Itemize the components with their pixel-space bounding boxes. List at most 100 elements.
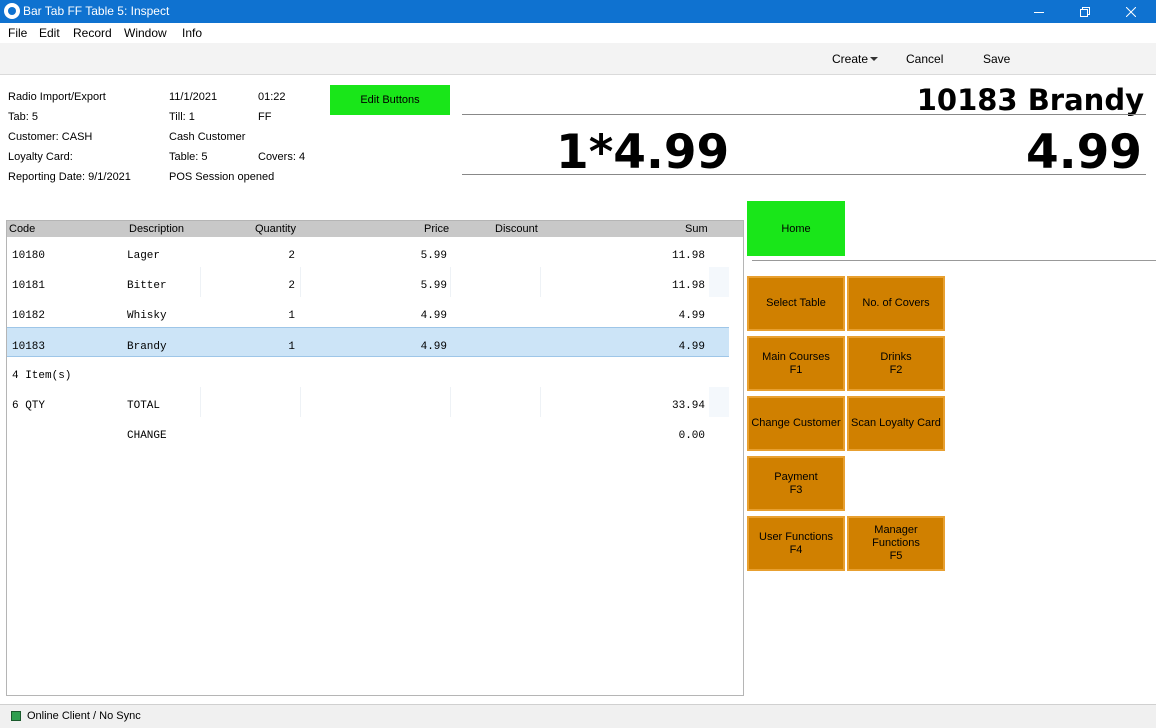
table-header: Code Description Quantity Price Discount…: [7, 221, 743, 237]
button-shortcut: F3: [789, 483, 803, 496]
button-label: Payment: [774, 470, 818, 483]
menu-bar: File Edit Record Window Info: [0, 23, 1156, 43]
info-table: Table: 5: [169, 151, 208, 163]
button-label: User Functions: [759, 530, 833, 543]
col-price[interactable]: Price: [424, 223, 449, 235]
status-bar: Online Client / No Sync: [0, 704, 1156, 728]
info-tab: Tab: 5: [8, 111, 38, 123]
change-row: CHANGE 0.00: [7, 417, 729, 447]
menu-window[interactable]: Window: [124, 26, 167, 40]
col-quantity[interactable]: Quantity: [255, 223, 296, 235]
table-row[interactable]: 10180 Lager 2 5.99 11.98: [7, 237, 729, 267]
user-functions-button[interactable]: User Functions F4: [747, 516, 845, 571]
menu-info[interactable]: Info: [182, 26, 202, 40]
items-count: 4 Item(s): [12, 370, 72, 382]
toolbar: Create Cancel Save: [0, 43, 1156, 75]
button-label: Main Courses: [762, 350, 830, 363]
button-shortcut: F4: [789, 543, 803, 556]
button-label: Select Table: [766, 297, 826, 309]
info-loyalty-card: Loyalty Card:: [8, 151, 73, 163]
payment-button[interactable]: Payment F3: [747, 456, 845, 511]
row-description: Brandy: [127, 341, 167, 353]
button-label: Drinks: [880, 350, 912, 363]
change-sum: 0.00: [678, 430, 705, 442]
row-price: 5.99: [420, 280, 447, 292]
table-row-selected[interactable]: 10183 Brandy 1 4.99 4.99: [7, 327, 729, 357]
save-button[interactable]: Save: [983, 52, 1010, 66]
row-price: 4.99: [420, 341, 447, 353]
row-sum: 4.99: [678, 341, 705, 353]
button-label: Manager Functions: [872, 524, 920, 549]
button-label: Scan Loyalty Card: [851, 417, 941, 429]
info-date: 11/1/2021: [169, 91, 218, 103]
menu-edit[interactable]: Edit: [39, 26, 60, 40]
manager-functions-button[interactable]: Manager Functions F5: [847, 516, 945, 571]
scan-loyalty-card-button[interactable]: Scan Loyalty Card: [847, 396, 945, 451]
total-sum: 33.94: [671, 400, 705, 412]
info-customer: Customer: CASH: [8, 131, 93, 143]
row-description: Lager: [127, 250, 161, 262]
total-label: TOTAL: [127, 400, 161, 412]
menu-file[interactable]: File: [8, 26, 27, 40]
home-button[interactable]: Home: [747, 201, 845, 256]
change-label: CHANGE: [127, 430, 167, 442]
row-quantity: 2: [288, 280, 295, 292]
edit-buttons-button[interactable]: Edit Buttons: [330, 85, 450, 115]
items-table[interactable]: Code Description Quantity Price Discount…: [6, 220, 744, 696]
display-qty-price: 1*4.99: [556, 125, 730, 180]
row-description: Bitter: [127, 280, 167, 292]
button-shortcut: F1: [789, 363, 803, 376]
row-code: 10181: [12, 280, 46, 292]
row-code: 10180: [12, 250, 46, 262]
status-text: Online Client / No Sync: [27, 710, 141, 722]
row-quantity: 1: [288, 341, 295, 353]
button-label: No. of Covers: [862, 297, 930, 309]
row-sum: 11.98: [671, 250, 705, 262]
table-row: 4 Item(s): [7, 357, 729, 387]
menu-record[interactable]: Record: [73, 26, 112, 40]
row-price: 5.99: [420, 250, 447, 262]
display-total: 4.99: [1026, 125, 1142, 180]
select-table-button[interactable]: Select Table: [747, 276, 845, 331]
display-divider: [462, 174, 1146, 175]
row-price: 4.99: [420, 310, 447, 322]
change-customer-button[interactable]: Change Customer: [747, 396, 845, 451]
row-sum: 4.99: [678, 310, 705, 322]
row-sum: 11.98: [671, 280, 705, 292]
button-shortcut: F5: [889, 550, 903, 562]
connection-status-icon: [11, 711, 21, 721]
button-shortcut: F2: [889, 363, 903, 376]
col-sum[interactable]: Sum: [685, 223, 708, 235]
table-row[interactable]: 10182 Whisky 1 4.99 4.99: [7, 297, 729, 327]
row-quantity: 1: [288, 310, 295, 322]
info-time: 01:22: [258, 91, 286, 103]
create-button[interactable]: Create: [832, 52, 868, 66]
info-covers: Covers: 4: [258, 151, 306, 163]
total-quantity: 6 QTY: [12, 400, 46, 412]
col-description[interactable]: Description: [129, 223, 184, 235]
restore-icon: [1080, 6, 1090, 17]
minimize-button[interactable]: [1016, 0, 1062, 23]
col-discount[interactable]: Discount: [495, 223, 538, 235]
drinks-button[interactable]: Drinks F2: [847, 336, 945, 391]
info-session-status: POS Session opened: [169, 171, 275, 183]
display-divider: [462, 114, 1146, 115]
main-courses-button[interactable]: Main Courses F1: [747, 336, 845, 391]
covers-button[interactable]: No. of Covers: [847, 276, 945, 331]
total-row: 6 QTY TOTAL 33.94: [7, 387, 729, 417]
row-scroll-stub: [709, 387, 729, 417]
col-code[interactable]: Code: [9, 223, 35, 235]
close-button[interactable]: [1108, 0, 1154, 23]
restore-button[interactable]: [1062, 0, 1108, 23]
table-row[interactable]: 10181 Bitter 2 5.99 11.98: [7, 267, 729, 297]
chevron-down-icon[interactable]: [870, 57, 878, 61]
info-till: Till: 1: [169, 111, 195, 123]
button-label: Change Customer: [751, 417, 841, 429]
button-panel-divider: [752, 260, 1156, 261]
minimize-icon: [1034, 11, 1044, 13]
cancel-button[interactable]: Cancel: [906, 52, 943, 66]
close-icon: [1126, 6, 1136, 17]
row-code: 10182: [12, 310, 46, 322]
row-scroll-stub: [709, 267, 729, 297]
info-reporting-date: Reporting Date: 9/1/2021: [8, 171, 131, 183]
